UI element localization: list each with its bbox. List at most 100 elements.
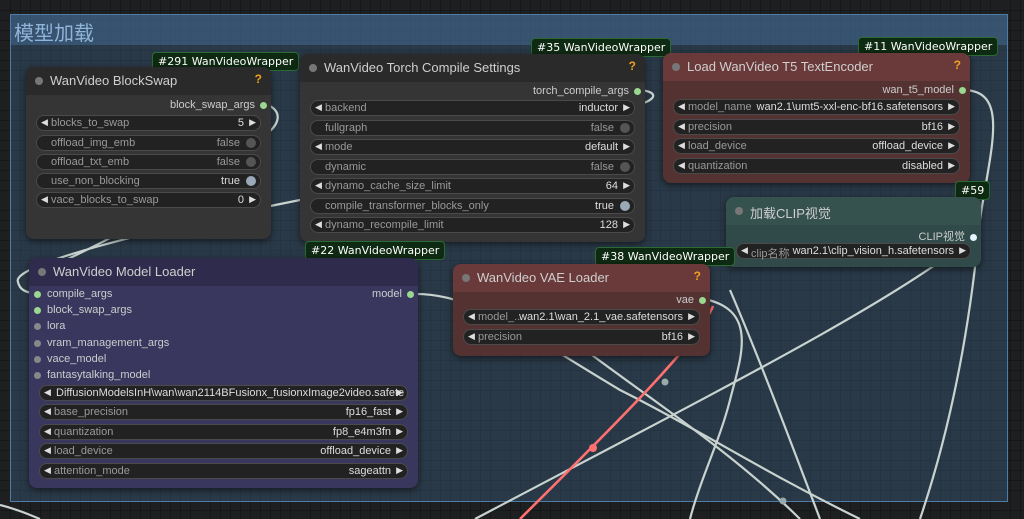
input-fantasytalking-model[interactable]: fantasytalking_model <box>34 369 150 381</box>
next-arrow-icon[interactable]: ▶ <box>948 121 955 132</box>
node-t5-encoder[interactable]: Load WanVideo T5 TextEncoder ? wan_t5_mo… <box>663 53 970 183</box>
prev-arrow-icon[interactable]: ◀ <box>44 406 51 417</box>
prev-arrow-icon[interactable]: ◀ <box>468 311 475 322</box>
toggle-knob-icon[interactable] <box>620 162 630 172</box>
node-header[interactable]: WanVideo Torch Compile Settings ? <box>300 54 645 82</box>
decrement-arrow-icon[interactable]: ◀ <box>41 117 48 128</box>
widget-dynamo-recompile-limit[interactable]: ◀ dynamo_recompile_limit 128 ▶ <box>310 217 635 233</box>
input-port-icon[interactable] <box>34 339 41 347</box>
decrement-arrow-icon[interactable]: ◀ <box>315 219 322 230</box>
widget-attention-mode[interactable]: ◀ attention_mode sageattn ▶ <box>39 463 408 479</box>
prev-arrow-icon[interactable]: ◀ <box>44 387 51 398</box>
collapse-dot-icon[interactable] <box>462 274 470 282</box>
toggle-knob-icon[interactable] <box>246 138 256 148</box>
output-port-icon[interactable] <box>634 87 641 95</box>
output-port-icon[interactable] <box>699 296 706 304</box>
widget-load-device[interactable]: ◀ load_device offload_device ▶ <box>673 138 960 154</box>
input-vace-model[interactable]: vace_model <box>34 353 106 365</box>
widget-load-device[interactable]: ◀ load_device offload_device ▶ <box>39 443 408 459</box>
next-arrow-icon[interactable]: ▶ <box>948 140 955 151</box>
prev-arrow-icon[interactable]: ◀ <box>315 102 322 113</box>
node-header[interactable]: WanVideo BlockSwap ? <box>26 67 271 95</box>
output-torch-compile-args[interactable]: torch_compile_args <box>533 85 641 97</box>
input-port-icon[interactable] <box>34 322 41 330</box>
input-compile-args[interactable]: compile_args <box>34 288 112 300</box>
widget-model-file[interactable]: ◀ DiffusionModelsInH\wan\wan2114BFusionx_… <box>39 385 408 401</box>
widget-model-name[interactable]: ◀ model_name wan2.1\umt5-xxl-enc-bf16.safe… <box>673 99 960 115</box>
widget-offload-txt-emb[interactable]: offload_txt_emb false <box>36 154 261 170</box>
widget-use-non-blocking[interactable]: use_non_blocking true <box>36 173 261 189</box>
increment-arrow-icon[interactable]: ▶ <box>249 117 256 128</box>
widget-vae-model[interactable]: ◀ model_... wan2.1\wan_2.1_vae.safetensors… <box>463 309 700 325</box>
prev-arrow-icon[interactable]: ◀ <box>678 160 685 171</box>
widget-precision[interactable]: ◀ precision bf16 ▶ <box>673 119 960 135</box>
widget-fullgraph[interactable]: fullgraph false <box>310 120 635 136</box>
node-header[interactable]: WanVideo Model Loader <box>29 258 418 286</box>
help-icon[interactable]: ? <box>694 269 701 283</box>
next-arrow-icon[interactable]: ▶ <box>396 445 403 456</box>
collapse-dot-icon[interactable] <box>309 64 317 72</box>
output-clip-vision[interactable]: CLIP视觉 <box>919 228 977 244</box>
toggle-knob-icon[interactable] <box>620 123 630 133</box>
input-port-icon[interactable] <box>34 306 41 314</box>
output-port-icon[interactable] <box>407 290 414 298</box>
widget-dynamo-cache-size-limit[interactable]: ◀ dynamo_cache_size_limit 64 ▶ <box>310 178 635 194</box>
prev-arrow-icon[interactable]: ◀ <box>44 426 51 437</box>
help-icon[interactable]: ? <box>255 72 262 86</box>
collapse-dot-icon[interactable] <box>35 77 43 85</box>
toggle-knob-icon[interactable] <box>620 201 630 211</box>
input-block-swap-args[interactable]: block_swap_args <box>34 304 132 316</box>
widget-quantization[interactable]: ◀ quantization fp8_e4m3fn ▶ <box>39 424 408 440</box>
output-wan-t5-model[interactable]: wan_t5_model <box>882 84 966 96</box>
node-blockswap[interactable]: WanVideo BlockSwap ? block_swap_args ◀ bl… <box>26 67 271 239</box>
toggle-knob-icon[interactable] <box>246 176 256 186</box>
next-arrow-icon[interactable]: ▶ <box>623 141 630 152</box>
widget-base-precision[interactable]: ◀ base_precision fp16_fast ▶ <box>39 404 408 420</box>
prev-arrow-icon[interactable]: ◀ <box>678 121 685 132</box>
prev-arrow-icon[interactable]: ◀ <box>315 141 322 152</box>
node-vae-loader[interactable]: WanVideo VAE Loader ? vae ◀ model_... wan2… <box>453 264 710 356</box>
next-arrow-icon[interactable]: ▶ <box>396 465 403 476</box>
input-vram-management-args[interactable]: vram_management_args <box>34 337 169 349</box>
collapse-dot-icon[interactable] <box>735 207 743 215</box>
prev-arrow-icon[interactable]: ◀ <box>44 465 51 476</box>
widget-backend[interactable]: ◀ backend inductor ▶ <box>310 100 635 116</box>
decrement-arrow-icon[interactable]: ◀ <box>41 194 48 205</box>
increment-arrow-icon[interactable]: ▶ <box>623 180 630 191</box>
next-arrow-icon[interactable]: ▶ <box>396 387 403 398</box>
output-block-swap-args[interactable]: block_swap_args <box>170 99 267 111</box>
next-arrow-icon[interactable]: ▶ <box>959 245 966 256</box>
node-model-loader[interactable]: WanVideo Model Loader model compile_args… <box>29 258 418 488</box>
widget-dynamic[interactable]: dynamic false <box>310 159 635 175</box>
next-arrow-icon[interactable]: ▶ <box>948 160 955 171</box>
widget-offload-img-emb[interactable]: offload_img_emb false <box>36 135 261 151</box>
prev-arrow-icon[interactable]: ◀ <box>741 245 748 256</box>
input-port-icon[interactable] <box>34 290 41 298</box>
prev-arrow-icon[interactable]: ◀ <box>678 140 685 151</box>
increment-arrow-icon[interactable]: ▶ <box>623 219 630 230</box>
next-arrow-icon[interactable]: ▶ <box>396 426 403 437</box>
toggle-knob-icon[interactable] <box>246 157 256 167</box>
node-header[interactable]: Load WanVideo T5 TextEncoder ? <box>663 53 970 81</box>
input-port-icon[interactable] <box>34 371 41 379</box>
decrement-arrow-icon[interactable]: ◀ <box>315 180 322 191</box>
next-arrow-icon[interactable]: ▶ <box>623 102 630 113</box>
output-port-icon[interactable] <box>970 233 977 241</box>
next-arrow-icon[interactable]: ▶ <box>396 406 403 417</box>
node-torch-compile[interactable]: WanVideo Torch Compile Settings ? torch_… <box>300 54 645 242</box>
output-port-icon[interactable] <box>260 101 267 109</box>
help-icon[interactable]: ? <box>629 59 636 73</box>
widget-mode[interactable]: ◀ mode default ▶ <box>310 139 635 155</box>
increment-arrow-icon[interactable]: ▶ <box>249 194 256 205</box>
output-model[interactable]: model <box>372 288 414 300</box>
widget-compile-transformer-blocks-only[interactable]: compile_transformer_blocks_only true <box>310 198 635 214</box>
next-arrow-icon[interactable]: ▶ <box>688 311 695 322</box>
widget-vae-precision[interactable]: ◀ precision bf16 ▶ <box>463 329 700 345</box>
widget-clip-name[interactable]: ◀ clip名称 wan2.1\clip_vision_h.safetensors ▶ <box>736 243 971 260</box>
input-port-icon[interactable] <box>34 355 41 363</box>
output-port-icon[interactable] <box>959 86 966 94</box>
next-arrow-icon[interactable]: ▶ <box>688 331 695 342</box>
output-vae[interactable]: vae <box>676 294 706 306</box>
prev-arrow-icon[interactable]: ◀ <box>678 101 685 112</box>
node-clip-vision[interactable]: 加载CLIP视觉 CLIP视觉 ◀ clip名称 wan2.1\clip_visio… <box>726 197 981 267</box>
